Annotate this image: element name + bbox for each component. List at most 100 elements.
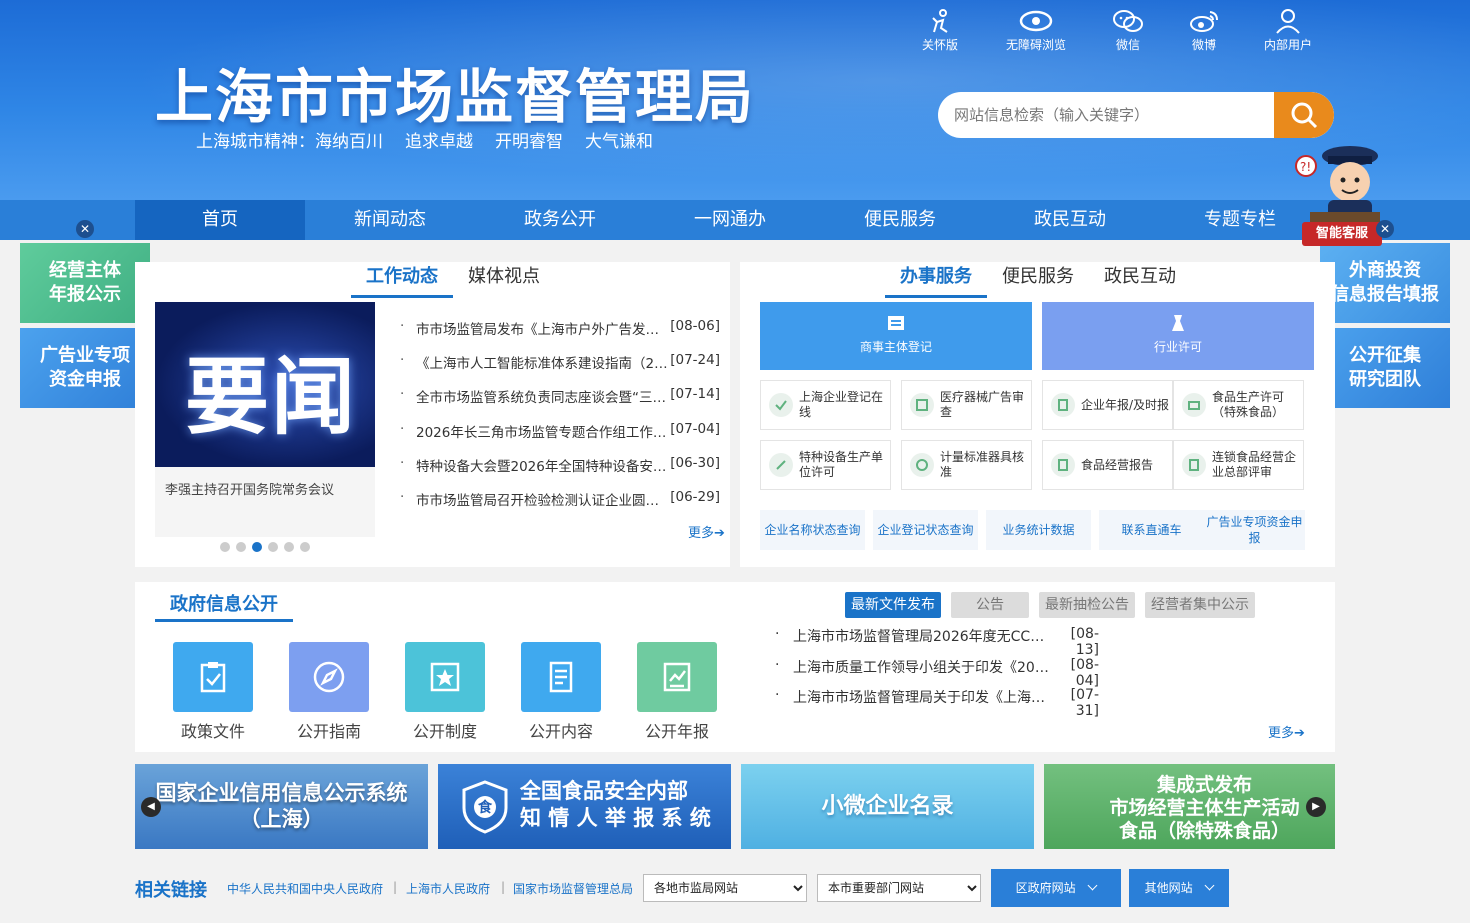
list-item[interactable]: · 全市市场监管系统负责同志座谈会暨“三个一批”推进会[07-14] <box>400 386 720 420</box>
district-gov-button[interactable]: 区政府网站 <box>991 869 1121 907</box>
gov-icon-policy[interactable]: 政策文件 <box>173 642 253 742</box>
float-ad-fund[interactable]: 广告业专项 资金申报 <box>20 328 150 408</box>
gov-icon-label: 公开指南 <box>296 722 361 741</box>
list-item[interactable]: · 上海市市场监督管理局2026年度无CCC认证产品抽查计划 [08-13] <box>775 626 1100 658</box>
service-item[interactable]: 特种设备生产单位许可 <box>760 440 891 490</box>
service-item[interactable]: 连锁食品经营企业总部评审 <box>1173 440 1304 490</box>
bullet: · <box>400 352 405 369</box>
service-item[interactable]: 医疗器械广告审查 <box>901 380 1032 430</box>
robot-close-icon[interactable]: ✕ <box>1376 220 1394 238</box>
tab-service[interactable]: 办事服务 <box>885 262 987 298</box>
nav-item-home[interactable]: 首页 <box>135 200 305 240</box>
local-bureau-select[interactable]: 各地市监局网站 <box>643 874 807 902</box>
service-item[interactable]: 上海企业登记在线 <box>760 380 891 430</box>
carousel-dot[interactable] <box>268 542 278 552</box>
quick-link[interactable]: 企业登记状态查询 <box>873 510 978 550</box>
news-title: 特种设备大会暨2026年全国特种设备安全月活动 <box>416 458 670 475</box>
gov-icon-system[interactable]: 公开制度 <box>405 642 485 742</box>
gov-icon-content[interactable]: 公开内容 <box>521 642 601 742</box>
other-sites-button[interactable]: 其他网站 <box>1129 869 1229 907</box>
link-shanghai-gov[interactable]: 上海市人民政府 <box>406 880 490 897</box>
gov-file-tabs: 最新文件发布 公告 最新抽检公告 经营者集中公示 <box>845 592 1265 618</box>
banner-integrated-release[interactable]: 集成式发布 市场经营主体生产活动 食品（除特殊食品） ▶ <box>1044 764 1335 849</box>
wechat-icon <box>1113 10 1143 32</box>
service-item-label: 食品生产许可（特殊食品） <box>1212 390 1285 419</box>
tab-interaction[interactable]: 政民互动 <box>1089 262 1191 298</box>
work-more-link[interactable]: 更多➔ <box>688 522 725 541</box>
tab-announcement[interactable]: 公告 <box>951 592 1029 618</box>
nav-item-interaction[interactable]: 政民互动 <box>985 200 1155 240</box>
service-item-label: 特种设备生产单位许可 <box>799 450 884 479</box>
file-title: 上海市市场监督管理局2026年度无CCC认证产品抽查计划 <box>793 629 1049 645</box>
list-item[interactable]: · 特种设备大会暨2026年全国特种设备安全月活动[06-30] <box>400 455 720 489</box>
service-item[interactable]: 企业年报/及时报 <box>1042 380 1173 430</box>
carousel-dot[interactable] <box>220 542 230 552</box>
prev-arrow-icon[interactable]: ◀ <box>141 797 161 817</box>
tool-weibo[interactable]: 微博 <box>1164 8 1244 53</box>
quick-link[interactable]: 广告业专项资金申报 <box>1204 510 1305 550</box>
headline-image[interactable]: 要闻 <box>155 302 375 467</box>
service-item[interactable]: 计量标准器具核准 <box>901 440 1032 490</box>
carousel-dot[interactable] <box>300 542 310 552</box>
quick-link[interactable]: 业务统计数据 <box>986 510 1091 550</box>
carousel-dot-active[interactable] <box>252 542 262 552</box>
related-links-title: 相关链接 <box>135 880 207 901</box>
service-item[interactable]: 食品经营报告 <box>1042 440 1173 490</box>
list-item[interactable]: · 上海市市场监督管理局关于印发《上海市市场监管领域行政处罚规定》 [07-31] <box>775 687 1100 719</box>
tab-work-updates[interactable]: 工作动态 <box>351 262 453 298</box>
site-header: 上海市市场监督管理局 上海城市精神：海纳百川 追求卓越 开明睿智 大气谦和 关怀… <box>0 0 1470 200</box>
left-float-close-icon[interactable]: ✕ <box>76 220 94 238</box>
bullet: · <box>400 454 405 471</box>
tool-wechat[interactable]: 微信 <box>1088 8 1168 53</box>
search-input[interactable] <box>938 92 1278 138</box>
banner-small-business[interactable]: 小微企业名录 <box>741 764 1034 849</box>
nav-item-gov-affairs[interactable]: 政务公开 <box>475 200 645 240</box>
service-item[interactable]: 食品生产许可（特殊食品） <box>1173 380 1304 430</box>
industry-license-button[interactable]: 行业许可 <box>1042 302 1314 370</box>
gov-icon-annual[interactable]: 公开年报 <box>637 642 717 742</box>
slogan-part: 追求卓越 <box>405 132 473 152</box>
next-arrow-icon[interactable]: ▶ <box>1306 797 1326 817</box>
gov-icon-guide[interactable]: 公开指南 <box>289 642 369 742</box>
list-item[interactable]: · 2026年长三角市场监管专题合作组工作会议召开[07-04] <box>400 421 720 455</box>
quick-link[interactable]: 联系直通车 <box>1099 510 1204 550</box>
nav-item-one-network[interactable]: 一网通办 <box>645 200 815 240</box>
carousel-dot[interactable] <box>284 542 294 552</box>
tab-latest-files[interactable]: 最新文件发布 <box>845 592 941 618</box>
care-mode-icon <box>932 9 948 33</box>
city-department-select[interactable]: 本市重要部门网站 <box>817 874 981 902</box>
tab-media[interactable]: 媒体视点 <box>453 262 555 298</box>
robot-label[interactable]: 智能客服 <box>1302 222 1382 246</box>
tool-care-mode[interactable]: 关怀版 <box>900 8 980 53</box>
search-button[interactable] <box>1274 92 1334 138</box>
list-item[interactable]: · 市市场监管局发布《上海市户外广告发布管理办法》[08-06] <box>400 318 720 352</box>
list-item[interactable]: · 上海市质量工作领导小组关于印发《2026年上海市质量工作要点》 [08-04] <box>775 657 1100 689</box>
link-central-gov[interactable]: 中华人民共和国中央人民政府 <box>227 880 383 897</box>
float-annual-report[interactable]: 经营主体 年报公示 <box>20 243 150 323</box>
business-registration-button[interactable]: 商事主体登记 <box>760 302 1032 370</box>
list-item[interactable]: · 市市场监管局召开检验检测认证企业圆桌会议 [06-29] <box>400 489 720 523</box>
city-slogan: 上海城市精神：海纳百川 追求卓越 开明睿智 大气谦和 <box>196 127 675 152</box>
banner-food-safety[interactable]: 食 全国食品安全内部 知 情 人 举 报 系 统 <box>438 764 731 849</box>
float-foreign-investment[interactable]: 外商投资 信息报告填报 <box>1320 243 1450 323</box>
nav-item-news[interactable]: 新闻动态 <box>305 200 475 240</box>
list-item[interactable]: · 《上海市人工智能标准体系建设指南（2025版）》发布[07-24] <box>400 352 720 386</box>
tab-concentration[interactable]: 经营者集中公示 <box>1145 592 1255 618</box>
nav-item-public-service[interactable]: 便民服务 <box>815 200 985 240</box>
link-samr[interactable]: 国家市场监督管理总局 <box>513 880 633 897</box>
carousel-dot[interactable] <box>236 542 246 552</box>
star-badge-icon <box>405 642 485 712</box>
tab-public-service[interactable]: 便民服务 <box>987 262 1089 298</box>
site-title[interactable]: 上海市市场监督管理局 <box>155 50 755 134</box>
tool-accessibility[interactable]: 无障碍浏览 <box>996 8 1076 53</box>
gov-info-title[interactable]: 政府信息公开 <box>155 590 293 622</box>
gov-more-link[interactable]: 更多➔ <box>1268 722 1305 741</box>
news-date: [07-04] <box>670 420 720 437</box>
tool-internal-user[interactable]: 内部用户 <box>1248 8 1328 53</box>
headline-caption[interactable]: 李强主持召开国务院常务会议 <box>155 467 375 537</box>
carousel-dots <box>220 542 316 552</box>
tab-inspection[interactable]: 最新抽检公告 <box>1039 592 1135 618</box>
float-research-team[interactable]: 公开征集 研究团队 <box>1320 328 1450 408</box>
banner-credit-system[interactable]: 国家企业信用信息公示系统 （上海） ◀ <box>135 764 428 849</box>
quick-link[interactable]: 企业名称状态查询 <box>760 510 865 550</box>
